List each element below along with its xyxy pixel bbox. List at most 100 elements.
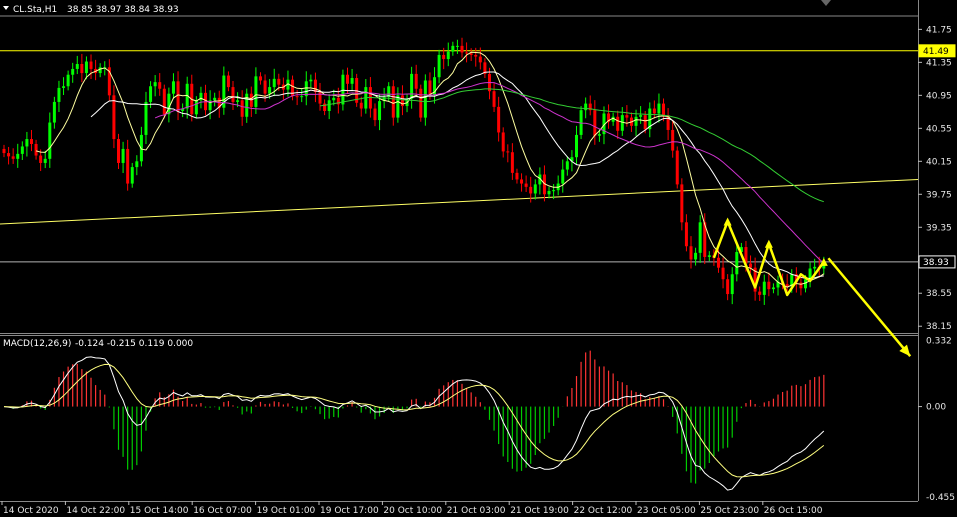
candle-body[interactable] [71, 68, 75, 75]
candle-body[interactable] [350, 78, 354, 84]
candle-body[interactable] [533, 184, 537, 194]
candle-body[interactable] [552, 190, 556, 192]
candle-body[interactable] [634, 116, 638, 126]
candle-body[interactable] [25, 139, 29, 147]
candle-body[interactable] [373, 108, 377, 121]
candle-body[interactable] [98, 67, 102, 74]
candle-body[interactable] [620, 115, 624, 131]
candle-body[interactable] [510, 152, 514, 173]
candle-body[interactable] [240, 100, 244, 117]
candle-body[interactable] [194, 100, 198, 115]
candle-body[interactable] [80, 64, 84, 74]
candle-body[interactable] [295, 96, 299, 98]
candle-body[interactable] [730, 274, 734, 295]
candle-body[interactable] [657, 103, 661, 114]
candle-body[interactable] [680, 184, 684, 223]
candle-body[interactable] [213, 97, 217, 101]
candle-body[interactable] [268, 87, 272, 94]
candle-body[interactable] [231, 87, 235, 102]
candle-body[interactable] [437, 54, 441, 78]
candle-body[interactable] [515, 172, 519, 180]
candle-body[interactable] [112, 95, 116, 140]
candle-body[interactable] [414, 73, 418, 89]
candle-body[interactable] [597, 134, 601, 136]
candle-body[interactable] [758, 291, 762, 295]
candle-body[interactable] [524, 183, 528, 187]
candle-body[interactable] [762, 281, 766, 295]
candle-body[interactable] [616, 116, 620, 131]
candle-body[interactable] [359, 102, 363, 109]
candle-body[interactable] [460, 45, 464, 53]
candle-body[interactable] [813, 266, 817, 269]
candle-body[interactable] [226, 75, 230, 88]
candle-body[interactable] [332, 97, 336, 101]
candle-body[interactable] [721, 267, 725, 280]
candle-body[interactable] [506, 151, 510, 153]
candle-body[interactable] [410, 73, 414, 99]
candle-body[interactable] [171, 81, 175, 94]
candle-body[interactable] [593, 110, 597, 136]
candle-body[interactable] [442, 54, 446, 60]
candle-body[interactable] [478, 56, 482, 63]
candle-body[interactable] [643, 115, 647, 130]
candle-body[interactable] [716, 257, 720, 268]
candle-body[interactable] [16, 153, 20, 159]
candle-body[interactable] [455, 45, 459, 47]
candle-body[interactable] [149, 86, 153, 102]
candle-body[interactable] [39, 155, 43, 163]
candle-body[interactable] [492, 91, 496, 107]
candle-body[interactable] [684, 222, 688, 247]
candle-body[interactable] [446, 51, 450, 60]
candle-body[interactable] [771, 287, 775, 290]
trading-chart[interactable]: 41.7541.3540.9540.5540.1539.7539.3538.95… [0, 0, 957, 517]
candle-body[interactable] [34, 143, 38, 156]
candle-body[interactable] [639, 115, 643, 117]
candle-body[interactable] [66, 74, 70, 87]
candle-body[interactable] [671, 129, 675, 151]
candle-body[interactable] [135, 161, 139, 168]
candle-body[interactable] [767, 281, 771, 290]
candle-body[interactable] [419, 88, 423, 118]
candle-body[interactable] [20, 146, 24, 154]
candle-body[interactable] [341, 74, 345, 105]
candle-body[interactable] [474, 54, 478, 57]
candle-body[interactable] [162, 88, 166, 115]
candle-body[interactable] [43, 158, 47, 163]
candle-body[interactable] [52, 101, 56, 123]
candle-body[interactable] [75, 64, 79, 69]
candle-body[interactable] [735, 252, 739, 275]
candle-body[interactable] [48, 122, 52, 159]
candle-body[interactable] [799, 282, 803, 289]
candle-body[interactable] [327, 100, 331, 112]
candle-body[interactable] [158, 82, 162, 89]
candle-body[interactable] [423, 80, 427, 118]
candle-body[interactable] [313, 79, 317, 93]
candle-body[interactable] [547, 190, 551, 195]
candle-body[interactable] [236, 100, 240, 102]
candle-body[interactable] [272, 78, 276, 88]
candle-body[interactable] [749, 263, 753, 268]
candle-body[interactable] [57, 87, 61, 102]
candle-body[interactable] [258, 76, 262, 81]
candle-body[interactable] [469, 53, 473, 55]
candle-body[interactable] [144, 101, 148, 135]
candle-body[interactable] [465, 52, 469, 54]
candle-body[interactable] [726, 279, 730, 295]
candle-body[interactable] [575, 134, 578, 158]
candle-body[interactable] [130, 167, 134, 184]
candle-body[interactable] [11, 156, 15, 159]
candle-body[interactable] [694, 252, 698, 260]
candle-body[interactable] [662, 103, 666, 116]
candle-body[interactable] [277, 78, 281, 85]
candle-body[interactable] [117, 139, 120, 163]
candle-body[interactable] [89, 61, 93, 69]
candle-body[interactable] [300, 96, 304, 98]
candle-body[interactable] [707, 255, 711, 257]
candle-body[interactable] [153, 82, 157, 87]
candle-body[interactable] [2, 148, 6, 154]
candle-body[interactable] [428, 80, 432, 95]
candle-body[interactable] [520, 179, 524, 184]
candle-body[interactable] [84, 61, 88, 74]
candle-body[interactable] [254, 76, 258, 107]
candle-body[interactable] [378, 101, 382, 121]
